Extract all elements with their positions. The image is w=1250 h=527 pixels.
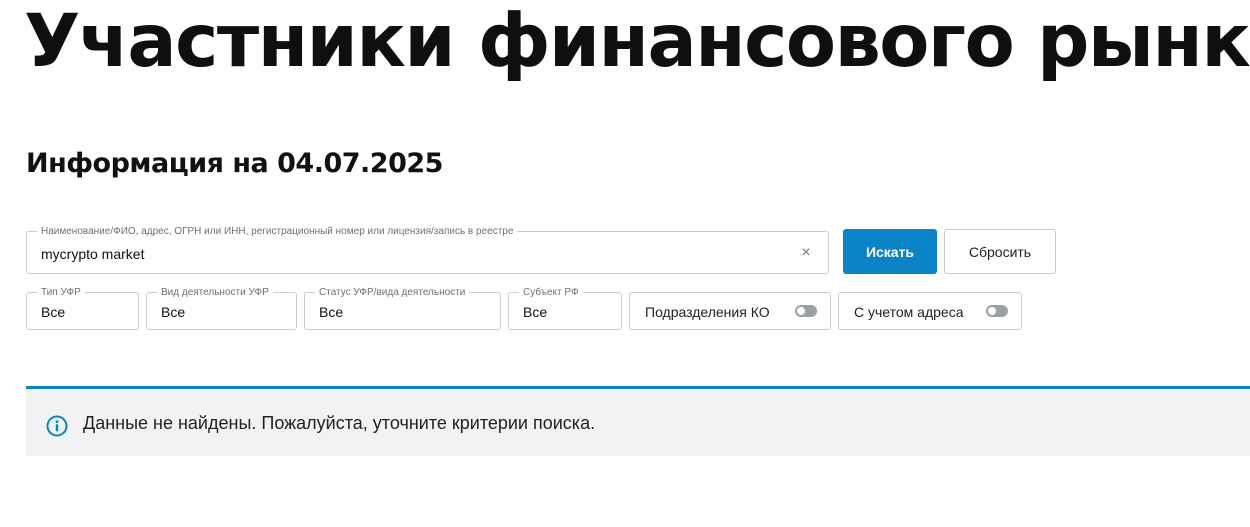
branches-toggle[interactable]: Подразделения КО	[629, 292, 831, 330]
notice-text: Данные не найдены. Пожалуйста, уточните …	[83, 413, 596, 433]
region-select-legend: Субъект РФ	[519, 286, 583, 299]
no-results-notice: Данные не найдены. Пожалуйста, уточните …	[26, 389, 1250, 456]
status-select[interactable]: Статус УФР/вида деятельности Все	[304, 286, 501, 330]
activity-select-legend: Вид деятельности УФР	[157, 286, 273, 299]
status-select-legend: Статус УФР/вида деятельности	[315, 286, 470, 299]
activity-select[interactable]: Вид деятельности УФР Все	[146, 286, 297, 330]
region-select-value: Все	[523, 304, 548, 320]
branches-switch[interactable]	[795, 305, 817, 317]
reset-button[interactable]: Сбросить	[944, 229, 1056, 274]
type-select[interactable]: Тип УФР Все	[26, 286, 139, 330]
address-toggle[interactable]: С учетом адреса	[838, 292, 1022, 330]
address-switch[interactable]	[986, 305, 1008, 317]
type-select-legend: Тип УФР	[37, 286, 85, 299]
switch-knob	[988, 307, 996, 315]
search-field[interactable]: Наименование/ФИО, адрес, ОГРН или ИНН, р…	[26, 225, 829, 274]
close-icon[interactable]: ×	[800, 244, 812, 262]
address-toggle-label: С учетом адреса	[854, 304, 964, 320]
type-select-value: Все	[41, 304, 66, 320]
status-select-value: Все	[319, 304, 344, 320]
switch-knob	[797, 307, 805, 315]
info-icon	[46, 415, 68, 437]
search-input[interactable]: mycrypto market	[41, 246, 144, 262]
search-field-legend: Наименование/ФИО, адрес, ОГРН или ИНН, р…	[37, 225, 518, 238]
page-title: Участники финансового рынка	[24, 0, 1250, 84]
search-button[interactable]: Искать	[843, 229, 937, 274]
info-date-heading: Информация на 04.07.2025	[26, 148, 443, 179]
region-select[interactable]: Субъект РФ Все	[508, 286, 622, 330]
activity-select-value: Все	[161, 304, 186, 320]
branches-toggle-label: Подразделения КО	[645, 304, 770, 320]
